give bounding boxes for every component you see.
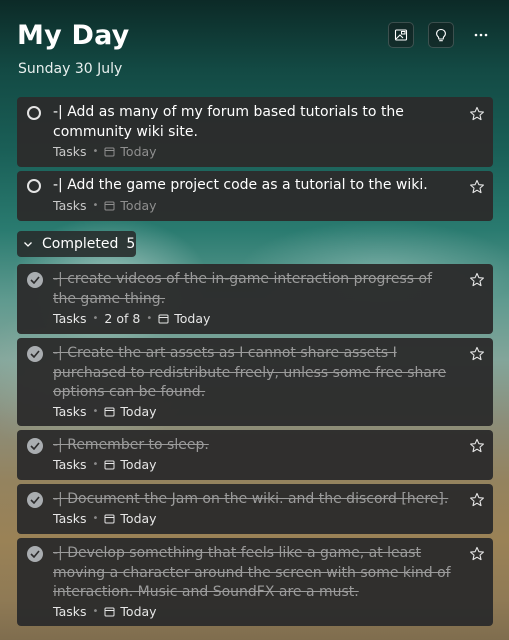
separator-dot: • <box>92 406 99 417</box>
chevron-down-icon <box>23 241 33 248</box>
task-list-name: Tasks <box>53 457 87 472</box>
complete-task-toggle[interactable] <box>27 179 41 193</box>
importance-star-button[interactable] <box>469 272 485 288</box>
calendar-icon <box>104 606 115 617</box>
star-outline-icon <box>470 179 484 194</box>
task-meta: Tasks • Today <box>53 511 157 526</box>
calendar-icon <box>158 313 169 324</box>
task-title[interactable]: -| create videos of the in-game interact… <box>53 270 453 309</box>
calendar-icon <box>104 459 115 470</box>
star-outline-icon <box>470 546 484 561</box>
task-title[interactable]: -| Create the art assets as I cannot sha… <box>53 344 453 403</box>
suggestions-button[interactable] <box>428 22 454 48</box>
checkmark-icon <box>30 550 40 558</box>
task-title[interactable]: -| Add the game project code as a tutori… <box>53 176 453 196</box>
separator-dot: • <box>92 146 99 157</box>
separator-dot: • <box>92 513 99 524</box>
uncomplete-task-toggle[interactable] <box>27 272 43 288</box>
more-options-button[interactable] <box>470 22 492 48</box>
image-icon <box>394 29 408 41</box>
page-date: Sunday 30 July <box>18 61 123 77</box>
checkmark-icon <box>30 496 40 504</box>
calendar-icon <box>104 406 115 417</box>
importance-star-button[interactable] <box>469 179 485 195</box>
page-title: My Day <box>17 20 130 51</box>
change-background-button[interactable] <box>388 22 414 48</box>
task-card[interactable]: -| Add the game project code as a tutori… <box>17 171 493 221</box>
task-card[interactable]: -| Add as many of my forum based tutoria… <box>17 97 493 167</box>
header: My Day Sunday 30 July <box>0 0 509 90</box>
completed-task-card[interactable]: -| Remember to sleep. Tasks • Today <box>17 430 493 480</box>
task-title[interactable]: -| Remember to sleep. <box>53 436 453 456</box>
importance-star-button[interactable] <box>469 106 485 122</box>
importance-star-button[interactable] <box>469 438 485 454</box>
completed-task-card[interactable]: -| Document the Jam on the wiki. and the… <box>17 484 493 534</box>
due-label: Today <box>120 404 157 419</box>
star-outline-icon <box>470 346 484 361</box>
uncomplete-task-toggle[interactable] <box>27 346 43 362</box>
task-meta: Tasks • Today <box>53 457 157 472</box>
task-title[interactable]: -| Document the Jam on the wiki. and the… <box>53 490 453 510</box>
task-list-name: Tasks <box>53 404 87 419</box>
due-label: Today <box>120 144 157 159</box>
checkmark-icon <box>30 276 40 284</box>
calendar-icon <box>104 513 115 524</box>
calendar-icon <box>104 146 115 157</box>
task-title[interactable]: -| Develop something that feels like a g… <box>53 544 453 603</box>
importance-star-button[interactable] <box>469 492 485 508</box>
task-list-name: Tasks <box>53 604 87 619</box>
uncomplete-task-toggle[interactable] <box>27 546 43 562</box>
star-outline-icon <box>470 438 484 453</box>
task-title[interactable]: -| Add as many of my forum based tutoria… <box>53 103 453 142</box>
completed-task-card[interactable]: -| create videos of the in-game interact… <box>17 264 493 334</box>
task-meta: Tasks • Today <box>53 404 157 419</box>
calendar-icon <box>104 200 115 211</box>
lightbulb-icon <box>436 28 446 41</box>
task-list-name: Tasks <box>53 511 87 526</box>
importance-star-button[interactable] <box>469 346 485 362</box>
star-outline-icon <box>470 492 484 507</box>
completed-task-card[interactable]: -| Develop something that feels like a g… <box>17 538 493 626</box>
more-options-icon <box>474 33 488 37</box>
completed-label: Completed <box>42 236 119 252</box>
steps-progress: 2 of 8 <box>104 311 141 326</box>
due-label: Today <box>120 604 157 619</box>
uncomplete-task-toggle[interactable] <box>27 438 43 454</box>
star-outline-icon <box>470 272 484 287</box>
uncomplete-task-toggle[interactable] <box>27 492 43 508</box>
task-list-name: Tasks <box>53 198 87 213</box>
separator-dot: • <box>92 200 99 211</box>
task-meta: Tasks • Today <box>53 604 157 619</box>
task-meta: Tasks • 2 of 8 • Today <box>53 311 210 326</box>
completed-section-toggle[interactable]: Completed 5 <box>17 231 136 257</box>
separator-dot: • <box>92 459 99 470</box>
separator-dot: • <box>146 313 153 324</box>
importance-star-button[interactable] <box>469 546 485 562</box>
task-meta: Tasks • Today <box>53 198 157 213</box>
checkmark-icon <box>30 350 40 358</box>
due-label: Today <box>174 311 211 326</box>
separator-dot: • <box>92 313 99 324</box>
task-list-name: Tasks <box>53 311 87 326</box>
completed-task-card[interactable]: -| Create the art assets as I cannot sha… <box>17 338 493 426</box>
complete-task-toggle[interactable] <box>27 106 41 120</box>
due-label: Today <box>120 511 157 526</box>
due-label: Today <box>120 198 157 213</box>
task-list-name: Tasks <box>53 144 87 159</box>
completed-count: 5 <box>126 236 136 252</box>
task-meta: Tasks • Today <box>53 144 157 159</box>
due-label: Today <box>120 457 157 472</box>
star-outline-icon <box>470 106 484 121</box>
checkmark-icon <box>30 442 40 450</box>
separator-dot: • <box>92 606 99 617</box>
